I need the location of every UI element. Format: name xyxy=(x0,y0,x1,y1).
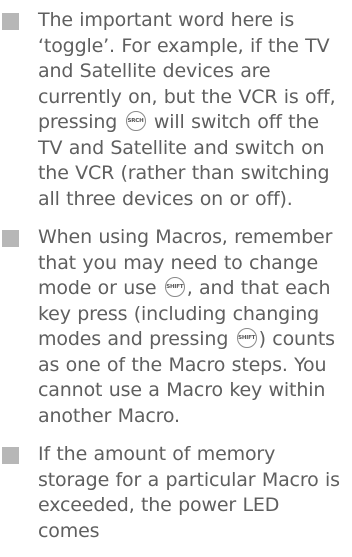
shift-key-label: SHIFT xyxy=(166,283,184,290)
item-text: If the amount of memory storage for a pa… xyxy=(38,443,340,542)
srch-key-icon: SRCH xyxy=(125,111,146,131)
shift-key-icon: SHIFT xyxy=(236,328,257,348)
manual-page: The important word here is ‘toggle’. For… xyxy=(0,0,352,542)
bullet-square-icon xyxy=(2,13,19,30)
srch-key-label: SRCH xyxy=(127,117,144,124)
list-item: When using Macros, remember that you may… xyxy=(0,225,352,429)
list-item: If the amount of memory storage for a pa… xyxy=(0,442,352,544)
shift-key-icon: SHIFT xyxy=(164,277,185,297)
bullet-square-icon xyxy=(2,447,19,464)
shift-key-label: SHIFT xyxy=(238,334,256,341)
list-item: The important word here is ‘toggle’. For… xyxy=(0,8,352,212)
bullet-list: The important word here is ‘toggle’. For… xyxy=(0,8,352,557)
bullet-square-icon xyxy=(2,230,19,247)
